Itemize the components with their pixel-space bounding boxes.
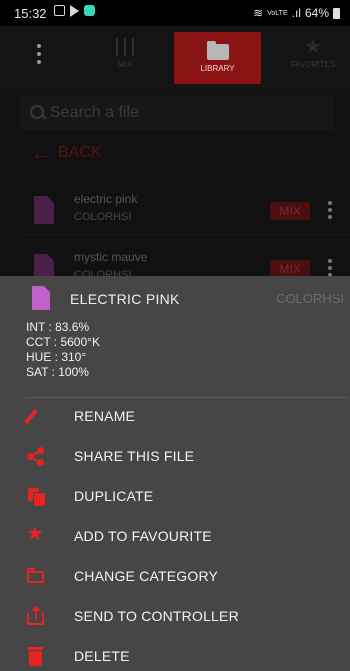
mix-button[interactable]: MIX: [270, 202, 310, 220]
add-to-favourite-label: ADD TO FAVOURITE: [74, 528, 212, 544]
back-button[interactable]: ← BACK: [30, 140, 102, 165]
duplicate-icon: [26, 486, 46, 507]
tab-library-label: LIBRARY: [200, 64, 235, 73]
change-category-label: CHANGE CATEGORY: [74, 568, 219, 584]
file-icon: [34, 196, 54, 224]
property-saturation: SAT : 100%: [26, 365, 89, 379]
tab-favorites[interactable]: ★ FAVORITES: [268, 32, 350, 84]
duplicate-button[interactable]: DUPLICATE: [0, 476, 350, 516]
overflow-menu-icon[interactable]: [36, 44, 42, 66]
status-time: 15:32: [14, 6, 47, 21]
delete-button[interactable]: DELETE: [0, 636, 350, 671]
file-name: mystic mauve: [74, 250, 148, 264]
upload-icon: [26, 606, 46, 626]
battery-icon: [333, 7, 340, 19]
tab-mix[interactable]: MIX: [80, 32, 170, 84]
file-options-sheet: ELECTRIC PINK COLORHSI INT : 83.6% CCT :…: [0, 276, 350, 671]
play-icon: [70, 5, 79, 17]
folder-icon: [206, 41, 229, 60]
star-icon: ★: [304, 36, 322, 58]
arrow-left-icon: ←: [30, 140, 52, 165]
share-label: SHARE THIS FILE: [74, 448, 195, 464]
sliders-icon: [112, 38, 138, 56]
duplicate-label: DUPLICATE: [74, 488, 154, 504]
property-hue: HUE : 310°: [26, 350, 87, 364]
pencil-icon: [24, 406, 46, 426]
search-icon: [30, 105, 44, 119]
more-options-icon[interactable]: [328, 201, 332, 222]
gallery-icon: [54, 5, 65, 16]
tab-mix-label: MIX: [117, 60, 133, 69]
property-cct: CCT : 5600°K: [26, 335, 100, 349]
trash-icon: [26, 646, 46, 666]
wifi-icon: ≋: [253, 6, 264, 20]
file-icon: [32, 286, 50, 310]
battery-percent: 64%: [304, 6, 329, 20]
property-intensity: INT : 83.6%: [26, 320, 90, 334]
top-navigation: MIX LIBRARY ★ FAVORITES: [0, 26, 350, 88]
share-icon: [26, 446, 46, 466]
sheet-header: ELECTRIC PINK COLORHSI: [0, 284, 350, 314]
signal-icon: .ıl: [291, 6, 301, 20]
search-input[interactable]: Search a file: [20, 96, 334, 130]
change-category-button[interactable]: CHANGE CATEGORY: [0, 556, 350, 596]
file-name: electric pink: [74, 192, 138, 206]
search-placeholder: Search a file: [50, 104, 139, 121]
back-label: BACK: [58, 144, 102, 161]
star-icon: ★: [26, 523, 44, 545]
send-to-controller-label: SEND TO CONTROLLER: [74, 608, 239, 624]
file-category: COLORHSI: [74, 211, 132, 223]
send-to-controller-button[interactable]: SEND TO CONTROLLER: [0, 596, 350, 636]
add-to-favourite-button[interactable]: ★ ADD TO FAVOURITE: [0, 516, 350, 556]
delete-label: DELETE: [74, 648, 130, 664]
rename-label: RENAME: [74, 408, 136, 424]
share-button[interactable]: SHARE THIS FILE: [0, 436, 350, 476]
app-notification-icon: [84, 5, 95, 16]
tab-favorites-label: FAVORITES: [290, 60, 336, 69]
folder-icon: [26, 566, 46, 586]
status-bar: 15:32 ≋ VoLTE .ıl 64%: [0, 0, 350, 26]
signal-label: VoLTE: [267, 9, 288, 17]
tab-library[interactable]: LIBRARY: [174, 32, 261, 84]
rename-button[interactable]: RENAME: [0, 396, 350, 436]
sheet-file-name: ELECTRIC PINK: [70, 291, 180, 307]
status-right: ≋ VoLTE .ıl 64%: [253, 6, 340, 20]
sheet-file-category: COLORHSI: [276, 291, 344, 306]
notification-icons: [54, 5, 95, 17]
list-item[interactable]: electric pink COLORHSI MIX: [20, 184, 350, 235]
file-properties: INT : 83.6% CCT : 5600°K HUE : 310° SAT …: [26, 320, 100, 380]
